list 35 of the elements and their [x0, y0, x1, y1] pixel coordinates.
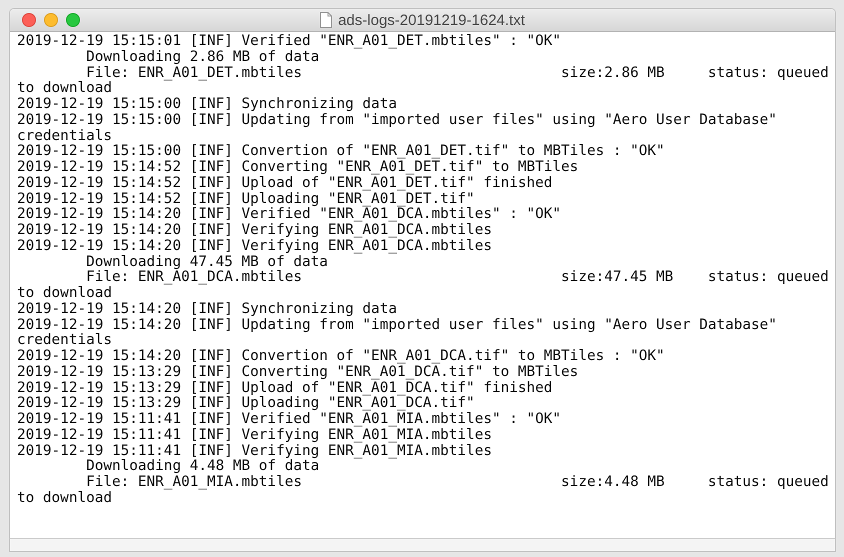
log-line: 2019-12-19 15:14:20 [INF] Updating from "imported user files" using "Aero User Database": [17, 318, 778, 333]
log-line: Downloading 47.45 MB of data: [85, 254, 329, 270]
zoom-button[interactable]: [66, 13, 80, 27]
log-line: to download: [17, 490, 113, 506]
log-line: 2019-12-19 15:11:41 [INF] Verifying ENR_A01_MIA.mbtiles: [17, 444, 493, 458]
log-line: 2019-12-19 15:14:20 [INF] Synchronizing data: [17, 302, 398, 318]
log-line: to download: [17, 286, 113, 302]
log-line: 2019-12-19 15:11:41 [INF] Verifying ENR_A01_MIA.mbtiles: [17, 428, 493, 444]
log-line: 2019-12-19 15:13:29 [INF] Uploading "ENR_A01_DCA.tif": [17, 396, 476, 412]
log-line: credentials: [17, 333, 113, 349]
log-line: File: ENR_A01_MIA.mbtiles size:4.48 MB status: queued: [85, 475, 830, 491]
log-line: 2019-12-19 15:13:29 [INF] Converting "ENR_A01_DCA.tif" to MBTiles: [17, 364, 580, 380]
log-line: Downloading 2.86 MB of data: [85, 50, 320, 66]
log-line: 2019-12-19 15:15:01 [INF] Verified "ENR_A01_DET.mbtiles" : "OK": [17, 34, 562, 50]
window-title: ads-logs-20191219-1624.txt: [338, 12, 525, 28]
document-icon: [320, 12, 332, 28]
close-button[interactable]: [22, 13, 36, 27]
log-line: 2019-12-19 15:13:29 [INF] Upload of "ENR_A01_DCA.tif" finished: [17, 380, 554, 396]
log-line: 2019-12-19 15:14:20 [INF] Verifying ENR_A01_DCA.mbtiles: [17, 238, 493, 254]
log-line: 2019-12-19 15:14:20 [INF] Convertion of "ENR_A01_DCA.tif" to MBTiles : "OK": [17, 349, 666, 365]
log-line: credentials: [17, 128, 113, 144]
log-line: File: ENR_A01_DET.mbtiles size:2.86 MB status: queued: [85, 66, 830, 81]
log-line: 2019-12-19 15:11:41 [INF] Verified "ENR_A01_MIA.mbtiles" : "OK": [17, 412, 562, 428]
log-line: 2019-12-19 15:14:20 [INF] Verifying ENR_A01_DCA.mbtiles: [17, 223, 493, 239]
minimize-button[interactable]: [44, 13, 58, 27]
log-line: 2019-12-19 15:15:00 [INF] Convertion of "ENR_A01_DET.tif" to MBTiles : "OK": [17, 144, 666, 160]
log-line: 2019-12-19 15:15:00 [INF] Updating from "imported user files" using "Aero User Database": [17, 112, 778, 128]
log-line: 2019-12-19 15:14:52 [INF] Upload of "ENR_A01_DET.tif" finished: [17, 176, 554, 192]
log-line: 2019-12-19 15:15:00 [INF] Synchronizing data: [17, 97, 398, 113]
log-line: 2019-12-19 15:14:52 [INF] Converting "ENR_A01_DET.tif" to MBTiles: [17, 160, 580, 176]
log-line: 2019-12-19 15:14:20 [INF] Verified "ENR_A01_DCA.mbtiles" : "OK": [17, 207, 562, 223]
log-line: File: ENR_A01_DCA.mbtiles size:47.45 MB status: queued: [85, 270, 830, 286]
log-line: 2019-12-19 15:14:52 [INF] Uploading "ENR_A01_DET.tif": [17, 192, 475, 206]
log-line: Downloading 4.48 MB of data: [85, 459, 320, 475]
log-line: to download: [17, 81, 113, 97]
